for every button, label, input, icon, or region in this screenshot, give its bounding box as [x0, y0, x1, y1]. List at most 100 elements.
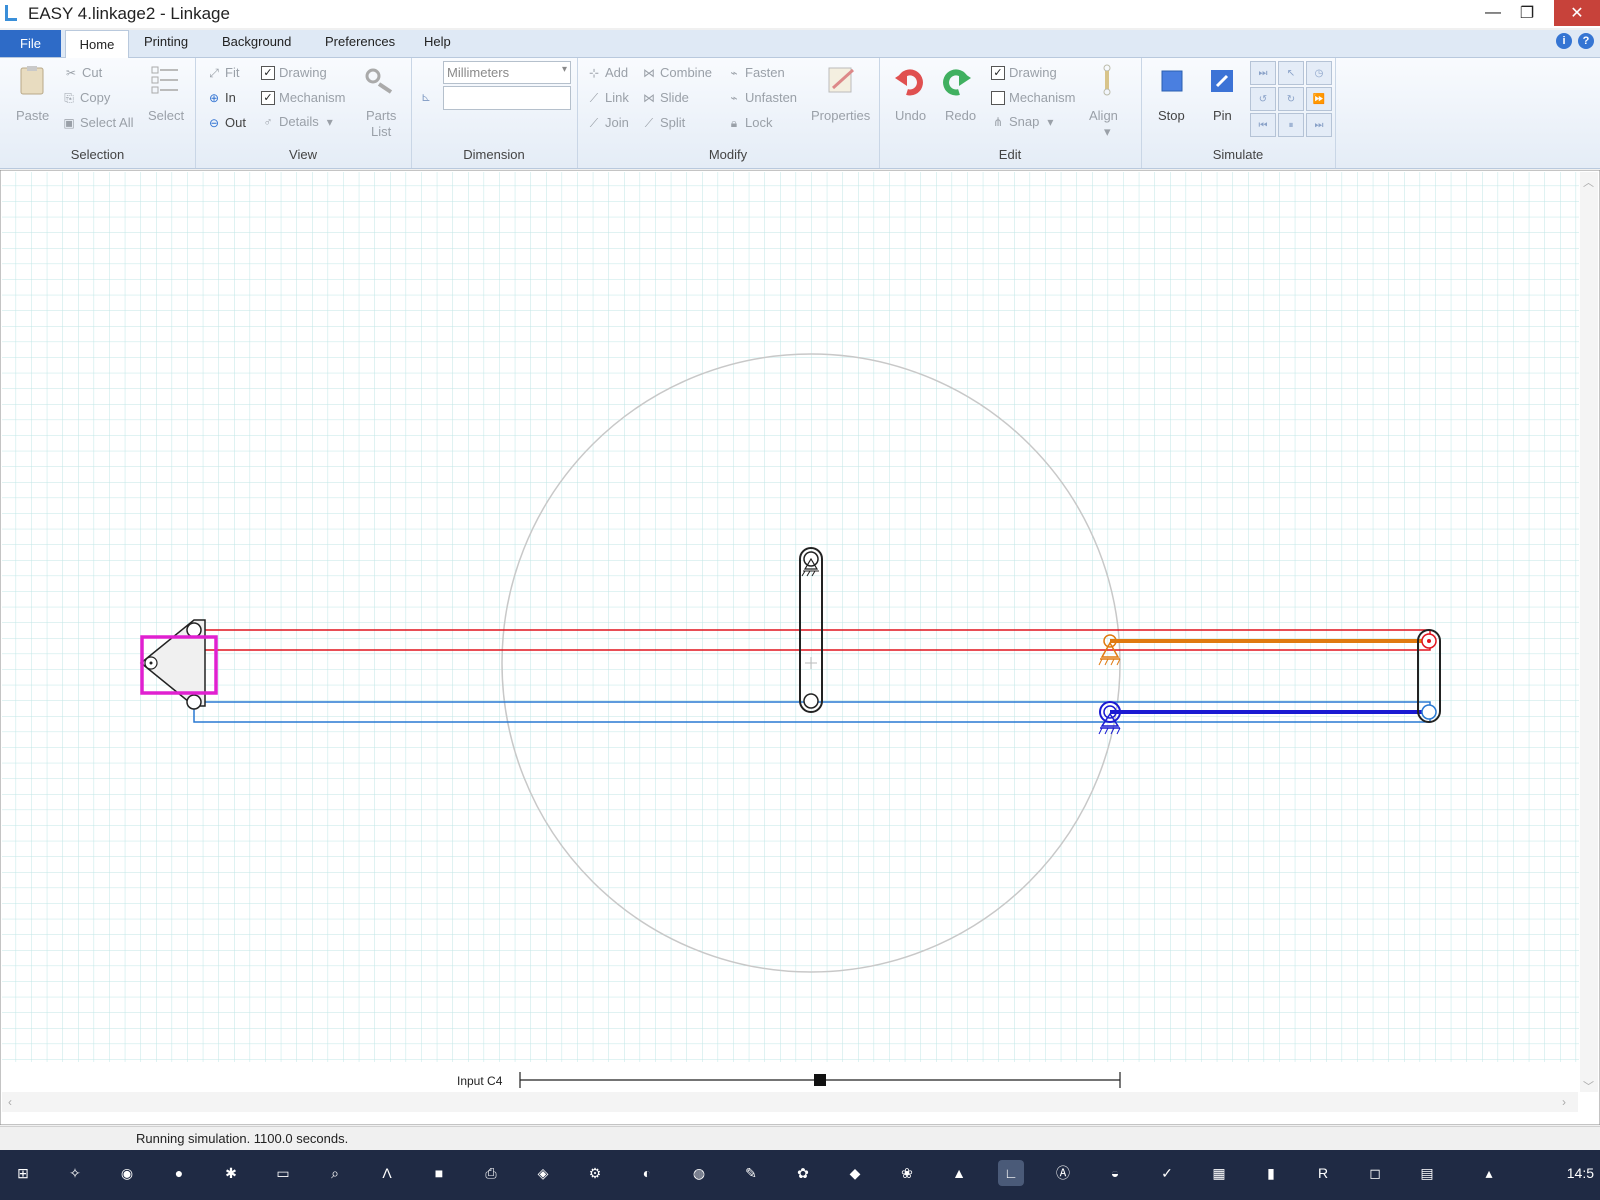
- paste-icon[interactable]: [16, 64, 48, 96]
- drawing-surface[interactable]: ︿ ﹀ ‹ › Input C4: [0, 169, 1600, 1126]
- center-bottom-joint[interactable]: [803, 693, 819, 709]
- edit-mechanism-checkbox[interactable]: Mechanism: [991, 90, 1075, 105]
- app-icon-8[interactable]: ◍: [686, 1160, 712, 1186]
- combine-button[interactable]: ⋈ Combine: [642, 65, 712, 80]
- fasten-button[interactable]: ⌁ Fasten: [727, 65, 784, 80]
- details-dropdown[interactable]: ♂ Details ▾: [261, 114, 337, 129]
- unfasten-button[interactable]: ⌁ Unfasten: [727, 90, 797, 105]
- tray-arrow-icon[interactable]: ▴: [1476, 1160, 1502, 1186]
- sunflower-icon[interactable]: ❀: [894, 1160, 920, 1186]
- zoom-in-button[interactable]: ⊕ In: [207, 90, 236, 105]
- properties-icon[interactable]: [825, 64, 857, 96]
- right-blue-joint[interactable]: [1421, 704, 1437, 720]
- input-slider-thumb[interactable]: [814, 1074, 826, 1086]
- app-icon-6[interactable]: ⚙: [582, 1160, 608, 1186]
- search-icon[interactable]: ⌕: [322, 1160, 348, 1186]
- app-icon-10[interactable]: ✿: [790, 1160, 816, 1186]
- app-icon-7[interactable]: ◐: [634, 1160, 660, 1186]
- app-icon-17[interactable]: R: [1310, 1160, 1336, 1186]
- parts-label-2[interactable]: List: [371, 124, 391, 139]
- menu-file[interactable]: File: [0, 30, 61, 57]
- dimension-icon[interactable]: ⊾: [419, 90, 433, 104]
- app-icon-12[interactable]: Ⓐ: [1050, 1160, 1076, 1186]
- properties-button[interactable]: Properties: [811, 108, 870, 123]
- maximize-button[interactable]: ❐: [1510, 0, 1544, 26]
- split-button[interactable]: ⟋ Split: [642, 115, 686, 130]
- zoom-out-button[interactable]: ⊖ Out: [207, 115, 246, 130]
- firefox-icon[interactable]: ●: [166, 1160, 192, 1186]
- step-forward-icon[interactable]: ⏭: [1306, 113, 1332, 137]
- stop-button[interactable]: Stop: [1158, 108, 1185, 123]
- app-icon-2[interactable]: ✱: [218, 1160, 244, 1186]
- snap-dropdown[interactable]: ⋔ Snap ▾: [991, 114, 1057, 129]
- pdf-icon[interactable]: ⎙: [478, 1160, 504, 1186]
- tab-help[interactable]: Help: [424, 34, 451, 49]
- step-back-icon[interactable]: ⏮: [1250, 113, 1276, 137]
- scroll-left-icon[interactable]: ‹: [8, 1095, 12, 1109]
- fast-forward-icon[interactable]: ⏭: [1250, 61, 1276, 85]
- scroll-down-icon[interactable]: ﹀: [1583, 1080, 1594, 1093]
- tab-printing[interactable]: Printing: [144, 34, 188, 49]
- app-icon-18[interactable]: ◻: [1362, 1160, 1388, 1186]
- app-icon-3[interactable]: Λ: [374, 1160, 400, 1186]
- stop-icon[interactable]: [1159, 68, 1185, 94]
- lock-button[interactable]: 🔒︎ Lock: [727, 115, 773, 130]
- cut-button[interactable]: ✂ Cut: [64, 65, 102, 80]
- paste-button[interactable]: Paste: [16, 108, 49, 123]
- slide-button[interactable]: ⋈ Slide: [642, 90, 689, 105]
- dimension-value-input[interactable]: [443, 86, 571, 110]
- tab-preferences[interactable]: Preferences: [325, 34, 395, 49]
- app-icon-13[interactable]: ◒: [1102, 1160, 1128, 1186]
- rotate-ccw-icon[interactable]: ↺: [1250, 87, 1276, 111]
- scroll-up-icon[interactable]: ︿: [1583, 177, 1594, 189]
- left-top-joint[interactable]: [186, 622, 202, 638]
- vlc-icon[interactable]: ▲: [946, 1160, 972, 1186]
- add-button[interactable]: ⊹ Add: [587, 65, 628, 80]
- redo-icon[interactable]: [941, 64, 973, 96]
- horizontal-scrollbar[interactable]: ‹ ›: [2, 1092, 1578, 1112]
- rotate-cw-icon[interactable]: ↻: [1278, 87, 1304, 111]
- parts-list-icon[interactable]: [363, 64, 395, 96]
- align-button[interactable]: Align: [1089, 108, 1118, 123]
- view-drawing-checkbox[interactable]: ✓ Drawing: [261, 65, 327, 80]
- tab-home[interactable]: Home: [65, 30, 129, 58]
- join-button[interactable]: ⟋ Join: [587, 115, 629, 130]
- linkage-taskbar-icon[interactable]: ∟: [998, 1160, 1024, 1186]
- view-mechanism-checkbox[interactable]: ✓ Mechanism: [261, 90, 345, 105]
- close-button[interactable]: ✕: [1554, 0, 1600, 26]
- link-button[interactable]: ⟋ Link: [587, 90, 629, 105]
- select-all-button[interactable]: ▣ Select All: [62, 115, 133, 130]
- app-icon-5[interactable]: ◈: [530, 1160, 556, 1186]
- select-list-icon[interactable]: [150, 64, 182, 96]
- app-icon-1[interactable]: ✧: [62, 1160, 88, 1186]
- pause-icon[interactable]: ⏸: [1278, 113, 1304, 137]
- tab-background[interactable]: Background: [222, 34, 291, 49]
- chrome-icon[interactable]: ◉: [114, 1160, 140, 1186]
- timer-icon[interactable]: ◷: [1306, 61, 1332, 85]
- app-icon-15[interactable]: ▦: [1206, 1160, 1232, 1186]
- fit-button[interactable]: ⤢ Fit: [207, 65, 239, 80]
- run-fast-icon[interactable]: ⏩: [1306, 87, 1332, 111]
- info-icon[interactable]: i: [1556, 33, 1572, 49]
- parts-label-1[interactable]: Parts: [366, 108, 396, 123]
- app-icon-14[interactable]: ✓: [1154, 1160, 1180, 1186]
- cursor-icon[interactable]: ↖: [1278, 61, 1304, 85]
- units-dropdown[interactable]: Millimeters ▾: [443, 61, 571, 84]
- copy-button[interactable]: ⎘ Copy: [62, 90, 110, 105]
- scroll-right-icon[interactable]: ›: [1562, 1095, 1566, 1109]
- pin-button[interactable]: Pin: [1213, 108, 1232, 123]
- question-icon[interactable]: ?: [1578, 33, 1594, 49]
- edit-drawing-checkbox[interactable]: ✓ Drawing: [991, 65, 1057, 80]
- undo-icon[interactable]: [893, 64, 925, 96]
- app-icon-19[interactable]: ▤: [1414, 1160, 1440, 1186]
- app-icon-9[interactable]: ✎: [738, 1160, 764, 1186]
- app-icon-16[interactable]: ▮: [1258, 1160, 1284, 1186]
- select-button[interactable]: Select: [148, 108, 184, 123]
- app-icon-4[interactable]: ■: [426, 1160, 452, 1186]
- redo-button[interactable]: Redo: [945, 108, 976, 123]
- minimize-button[interactable]: —: [1476, 0, 1510, 26]
- vertical-scrollbar[interactable]: ︿ ﹀: [1580, 172, 1598, 1093]
- left-bottom-joint[interactable]: [186, 694, 202, 710]
- folder-icon[interactable]: ▭: [270, 1160, 296, 1186]
- app-icon-11[interactable]: ◆: [842, 1160, 868, 1186]
